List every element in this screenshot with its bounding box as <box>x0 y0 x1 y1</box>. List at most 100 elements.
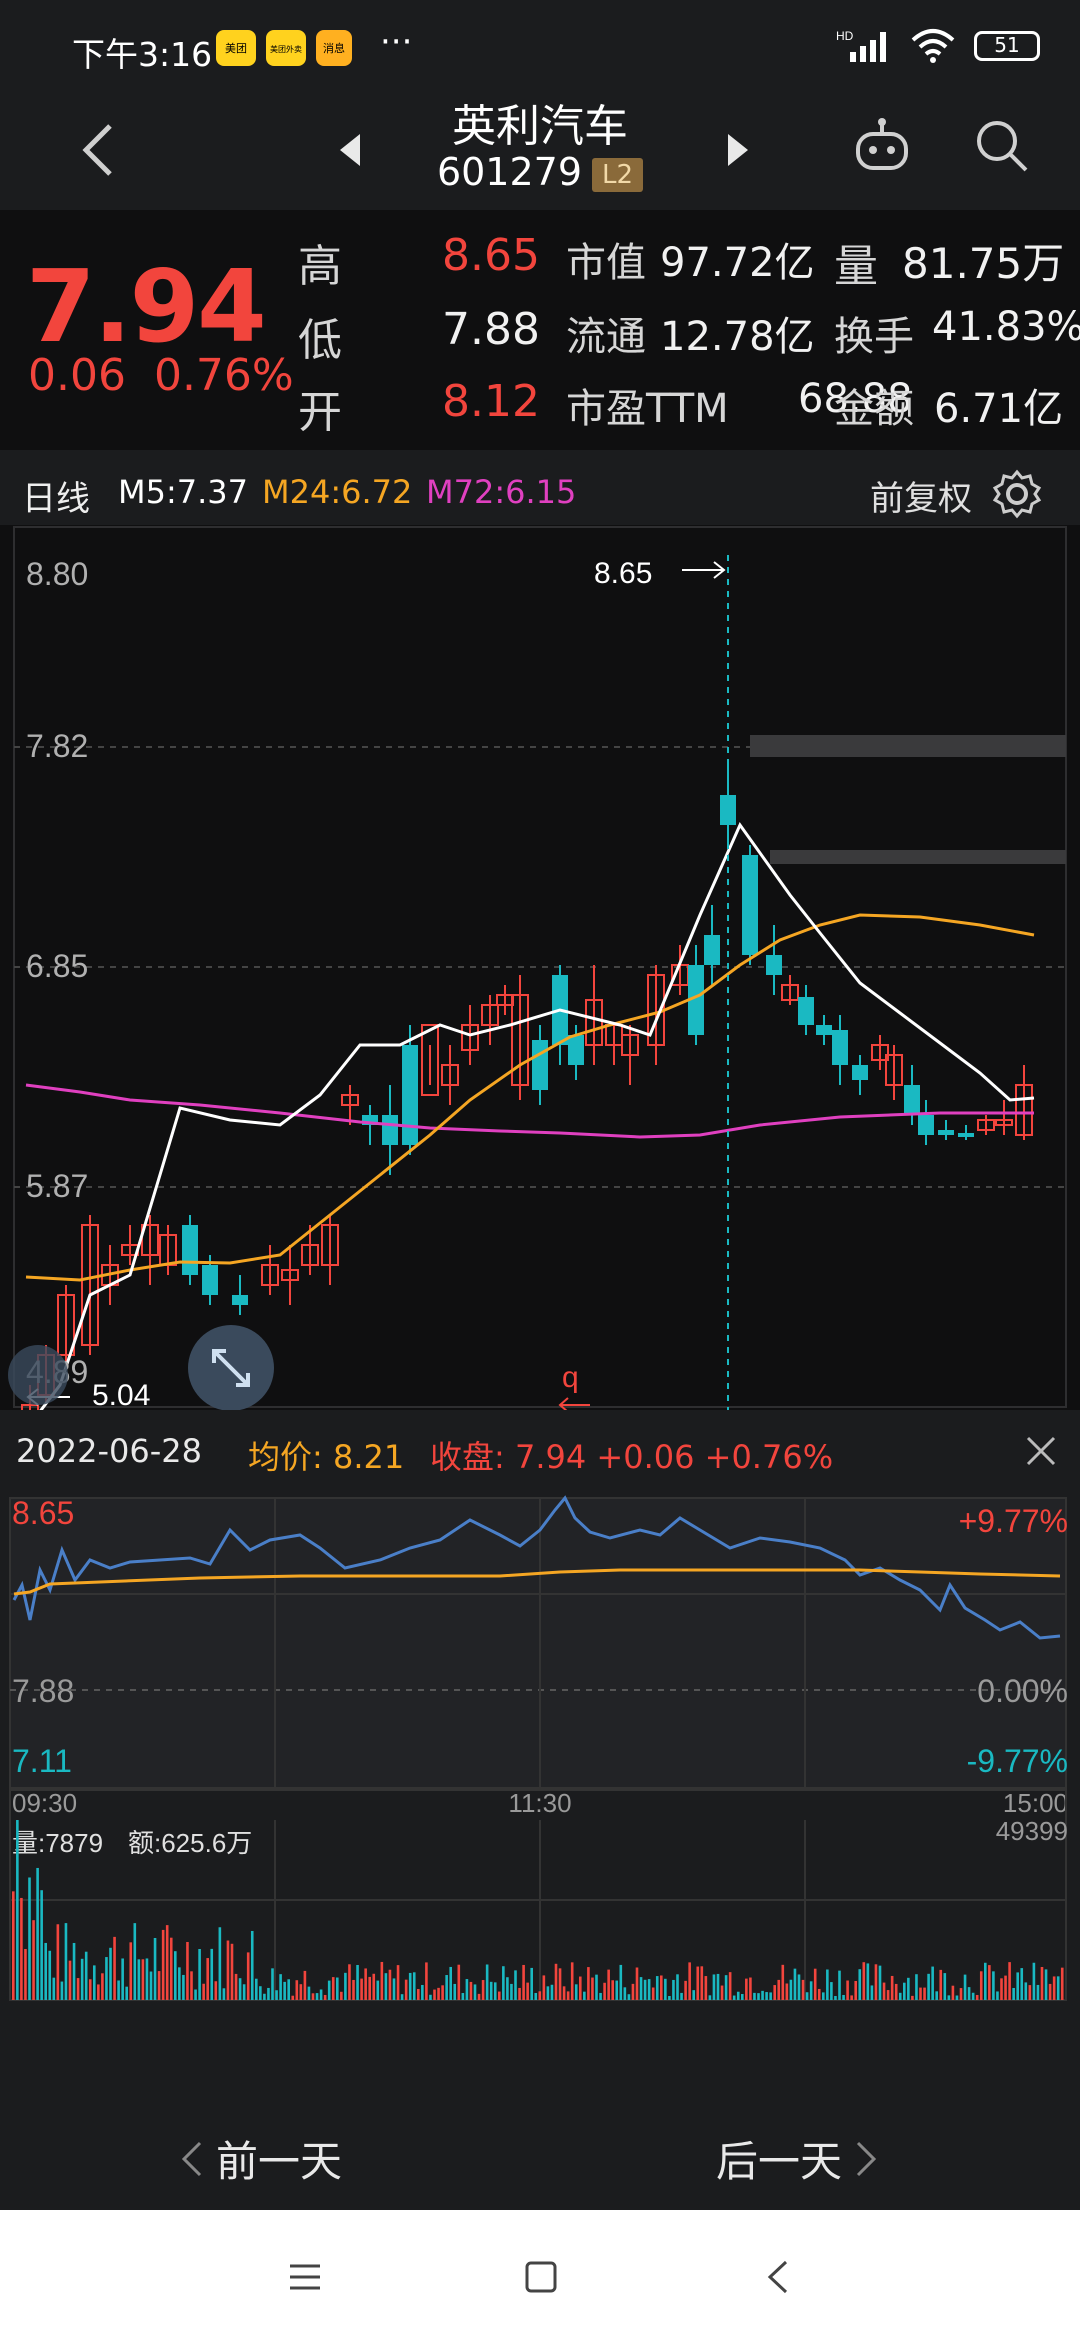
volume-bar <box>319 1989 323 2000</box>
volume-bar <box>295 1980 299 2000</box>
volume-bar <box>838 1970 841 2000</box>
expand-chart-button[interactable] <box>188 1325 274 1411</box>
l2-badge[interactable]: L2 <box>592 157 644 192</box>
volume-bar <box>1032 1962 1036 2000</box>
candle <box>958 1133 974 1137</box>
volume-bar <box>425 1962 428 2000</box>
scroll-left-button[interactable] <box>8 1345 68 1405</box>
candle <box>798 997 814 1025</box>
volume-bar <box>384 1973 388 2000</box>
svg-text:HD: HD <box>836 29 854 43</box>
search-icon[interactable] <box>972 116 1032 176</box>
home-icon[interactable] <box>524 2260 558 2294</box>
svg-text:q: q <box>562 1361 579 1394</box>
volume-bar <box>842 1994 845 2000</box>
volume-bar <box>704 1976 708 2000</box>
volume-bar <box>275 1990 278 2000</box>
volume-bar <box>408 1972 412 2000</box>
volume-bar <box>32 1920 35 2000</box>
next-day-button[interactable]: 后一天 <box>716 2128 878 2189</box>
volume-bar <box>64 1923 68 2000</box>
volume-bar <box>72 1942 76 2000</box>
volume-bar <box>599 1992 602 2000</box>
volume-bar <box>749 1977 752 2000</box>
volume-bar <box>591 1977 594 2000</box>
battery-icon: 51 <box>974 31 1040 61</box>
m24-line <box>25 913 1035 1282</box>
volume-bar <box>287 1979 290 2000</box>
volume-bar <box>676 1974 679 2000</box>
close-intraday-icon[interactable] <box>1024 1434 1058 1468</box>
candle <box>742 855 758 955</box>
volume-bar <box>417 1988 420 2000</box>
volume-bar <box>24 1949 27 2000</box>
settings-gear-icon[interactable] <box>992 469 1042 519</box>
volume-bar <box>315 1993 319 2000</box>
expand-icon <box>212 1349 250 1387</box>
volume-bar <box>93 1965 96 2000</box>
volume-bar <box>1004 1975 1007 2000</box>
volume-bar <box>915 1974 918 2000</box>
float-cap-label: 流通 <box>566 314 646 360</box>
volume-bar <box>1052 1976 1056 2000</box>
menu-icon[interactable] <box>288 2260 322 2294</box>
volume-bar <box>1028 1985 1032 2000</box>
price-change: 0.06 0.76% <box>28 350 294 401</box>
volume-bar <box>368 1976 371 2000</box>
adjust-mode[interactable]: 前复权 <box>870 471 972 520</box>
volume-bar <box>668 1995 671 2000</box>
volume-bar <box>109 1947 112 2000</box>
volume-bar <box>890 1975 894 2000</box>
volume-bar <box>68 1960 72 2000</box>
volume-bar <box>923 1987 926 2000</box>
volume-bar <box>218 1927 222 2000</box>
robot-assistant-icon[interactable] <box>852 116 912 176</box>
status-time: 下午3:16 <box>72 35 213 74</box>
volume-bar <box>84 1951 88 2000</box>
volume-bar <box>441 1985 444 2000</box>
volume-bar <box>101 1973 104 2000</box>
volume-bar <box>785 1983 789 2000</box>
volume-bar <box>80 1958 84 2000</box>
svg-text:09:30: 09:30 <box>12 1788 77 1818</box>
volume-bar <box>307 1986 311 2000</box>
intraday-chart[interactable]: 8.65 7.88 7.11 +9.77% 0.00% -9.77% 09:30… <box>0 1490 1080 2100</box>
volume-bar <box>129 1942 133 2000</box>
volume-bar <box>250 1930 254 2000</box>
volume-bar <box>477 1993 481 2000</box>
volume-bar <box>190 1971 193 2000</box>
m72-line <box>25 1083 1034 1139</box>
intraday-header: 2022-06-28 均价: 8.21 收盘: 7.94 +0.06 +0.76… <box>0 1410 1080 1490</box>
next-stock-icon[interactable] <box>722 130 752 170</box>
volume-bar <box>647 1979 651 2000</box>
volume-bar <box>518 1987 521 2000</box>
m72-label: M72:6.15 <box>426 473 577 511</box>
volume-bar <box>570 1962 574 2000</box>
volume-bar <box>267 1987 270 2000</box>
volume-bar <box>558 1968 562 2000</box>
kline-chart[interactable]: 8.65 8.80 7.82 6.85 5.87 4.89 5.04 q <box>0 525 1080 1435</box>
volume-bar <box>449 1966 452 2000</box>
volume-bar <box>886 1990 890 2000</box>
volume-bar <box>1000 1978 1003 2000</box>
volume-bar <box>732 1995 736 2000</box>
volume-bar <box>36 1867 39 2000</box>
period-label[interactable]: 日线 <box>22 471 90 520</box>
volume-bar <box>133 1923 137 2000</box>
volume-bar <box>866 1963 870 2000</box>
svg-text:15:00: 15:00 <box>1003 1788 1068 1818</box>
volume-bar <box>801 1979 805 2000</box>
more-notifications-dots: ··· <box>380 22 413 62</box>
volume-bar <box>651 1987 655 2000</box>
m5-label: M5:7.37 <box>118 473 248 511</box>
system-back-icon[interactable] <box>764 2258 792 2296</box>
chevron-right-icon <box>856 2141 877 2176</box>
volume-bar <box>712 1974 716 2000</box>
volume-bar <box>165 1925 169 2000</box>
change-pct: 0.76% <box>153 350 294 401</box>
volume-bar <box>388 1969 392 2000</box>
volume-bar <box>574 1984 578 2000</box>
volume-bar <box>931 1966 934 2000</box>
prev-day-button[interactable]: 前一天 <box>180 2128 342 2189</box>
volume-bar <box>255 1978 258 2000</box>
